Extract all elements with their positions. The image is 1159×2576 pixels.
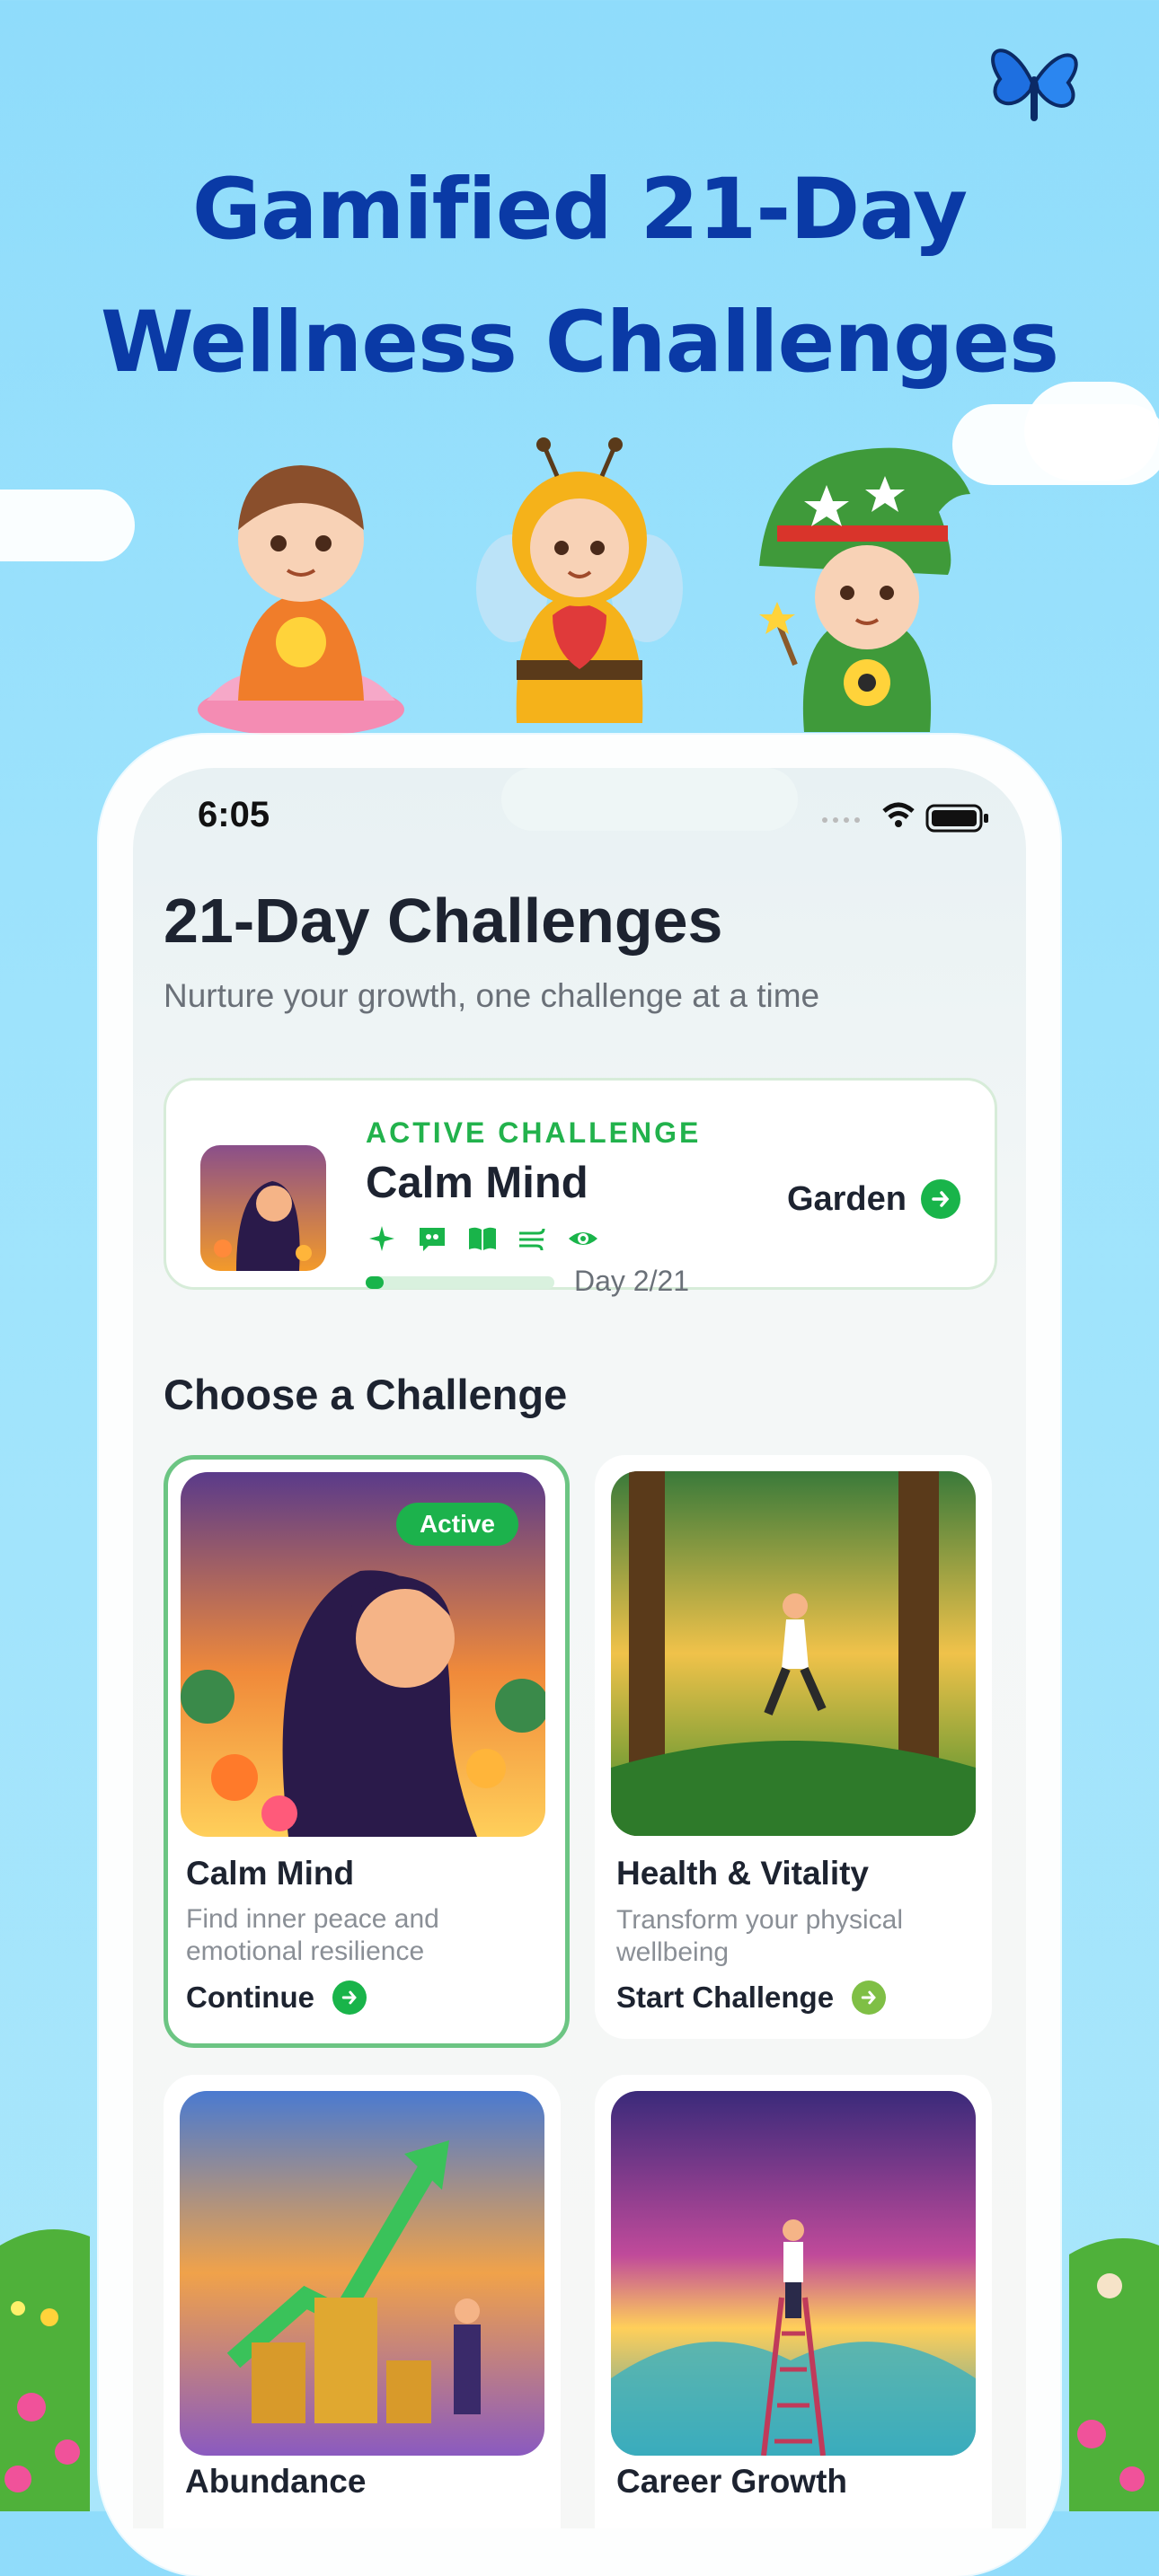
active-challenge-thumbnail: [200, 1145, 326, 1271]
flowers-left-decoration: [0, 2229, 90, 2511]
screen-cloud: [501, 768, 798, 831]
active-challenge-icons: [366, 1222, 599, 1255]
challenge-description: Find inner peace and emotional resilienc…: [186, 1904, 439, 1966]
challenge-card-abundance[interactable]: Abundance: [164, 2075, 561, 2528]
continue-label: Continue: [186, 1981, 314, 2014]
challenge-progress-text: Day 2/21: [574, 1265, 690, 1297]
status-icons: [822, 802, 988, 833]
start-challenge-label: Start Challenge: [616, 1981, 835, 2014]
arrow-right-icon: [852, 1981, 887, 2015]
cloud-left: [0, 490, 135, 561]
health-vitality-image: [611, 1471, 976, 1836]
calm-mind-image: Active: [181, 1472, 545, 1837]
battery-icon: [925, 804, 988, 833]
arrow-right-icon: [332, 1981, 367, 2015]
career-growth-image: [611, 2091, 976, 2456]
page-title: 21-Day Challenges: [164, 886, 723, 956]
garden-button-label: Garden: [786, 1179, 907, 1218]
challenge-description: Transform your physical wellbeing: [616, 1905, 903, 1967]
challenge-progress-fill: [366, 1276, 384, 1289]
active-challenge-label: ACTIVE CHALLENGE: [366, 1116, 702, 1149]
abundance-image: [180, 2091, 544, 2456]
start-challenge-button[interactable]: Start Challenge: [616, 1981, 887, 2015]
active-badge: Active: [395, 1503, 518, 1546]
challenge-title: Career Growth: [616, 2463, 848, 2500]
eye-icon: [569, 1232, 597, 1245]
wind-icon: [519, 1228, 545, 1251]
butterfly-icon: [991, 49, 1078, 121]
continue-button[interactable]: Continue: [186, 1981, 367, 2015]
page-subtitle: Nurture your growth, one challenge at a …: [164, 977, 820, 1014]
arrow-right-icon: [921, 1179, 960, 1219]
quote-bubble-icon: [420, 1228, 445, 1251]
challenge-card-career-growth[interactable]: Career Growth: [595, 2075, 992, 2528]
hero-title-line2: Wellness Challenges: [100, 294, 1059, 392]
wifi-icon: [882, 802, 915, 827]
section-title: Choose a Challenge: [164, 1371, 568, 1418]
hero-title: Gamified 21-Day Wellness Challenges: [0, 144, 1159, 410]
challenge-progress-bar: [366, 1276, 554, 1289]
garden-button[interactable]: Garden: [787, 1179, 960, 1219]
status-time: 6:05: [198, 795, 270, 834]
challenge-title: Calm Mind: [186, 1855, 355, 1892]
challenge-card-health-vitality[interactable]: Health & Vitality Transform your physica…: [595, 1455, 992, 2039]
active-challenge-card[interactable]: ACTIVE CHALLENGE Calm Mind Day 2/21 Gard…: [164, 1078, 997, 1297]
bee-mascot: [476, 437, 683, 723]
hero-title-line1: Gamified 21-Day: [191, 161, 968, 259]
challenge-title: Health & Vitality: [616, 1855, 870, 1892]
sparkle-icon: [369, 1226, 394, 1251]
app-screen: 6:05 21-Day Challenges Nurture your grow…: [133, 768, 1026, 2528]
active-challenge-name: Calm Mind: [366, 1159, 588, 1207]
monk-mascot: [198, 465, 404, 737]
flowers-right-decoration: [1069, 2238, 1159, 2511]
cellular-signal-icon: [822, 817, 860, 823]
book-icon: [469, 1227, 496, 1250]
challenge-card-calm-mind[interactable]: Active Calm Mind Find inner peace and em…: [164, 1455, 570, 2048]
challenge-title: Abundance: [185, 2463, 367, 2500]
wizard-mascot: [759, 447, 970, 732]
